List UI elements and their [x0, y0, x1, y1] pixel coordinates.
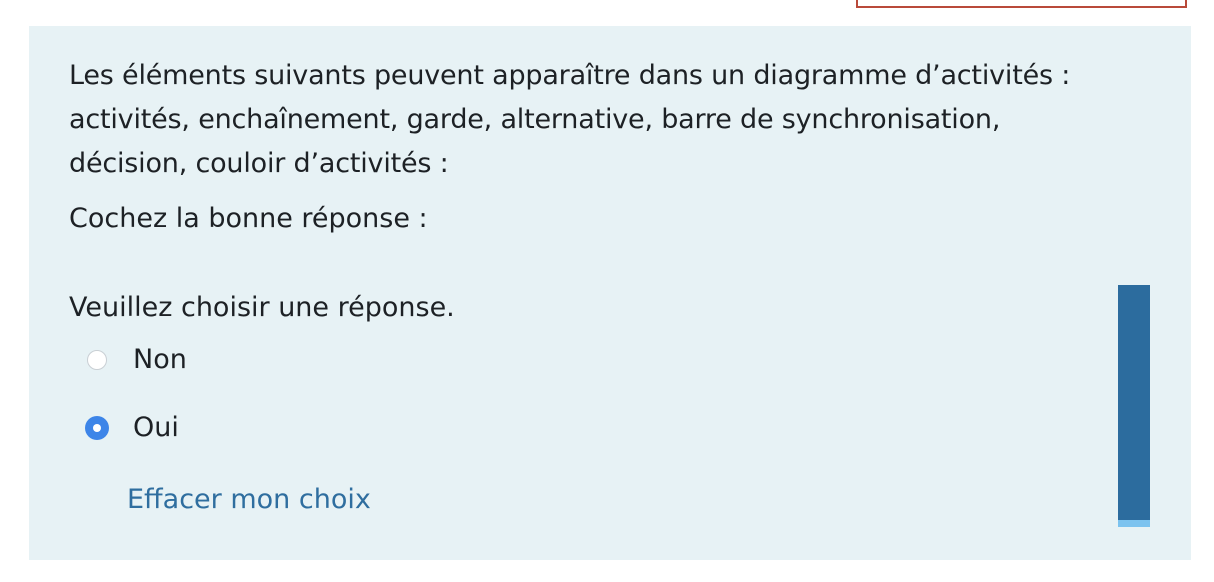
radio-non[interactable] — [87, 350, 107, 370]
option-non-label: Non — [133, 344, 187, 375]
side-bar — [1118, 285, 1150, 527]
option-oui-label: Oui — [133, 412, 179, 443]
side-bar-tip — [1118, 520, 1150, 527]
answer-instruction: Veuillez choisir une réponse. — [69, 292, 455, 323]
option-non[interactable]: Non — [87, 338, 187, 382]
question-card: Les éléments suivants peuvent apparaître… — [29, 26, 1191, 560]
question-prompt: Cochez la bonne réponse : — [69, 203, 428, 234]
clear-choice-link[interactable]: Effacer mon choix — [127, 478, 371, 522]
top-outlined-box — [856, 0, 1187, 8]
option-oui[interactable]: Oui — [85, 406, 179, 450]
question-text: Les éléments suivants peuvent apparaître… — [69, 60, 1071, 179]
radio-oui[interactable] — [85, 416, 109, 440]
